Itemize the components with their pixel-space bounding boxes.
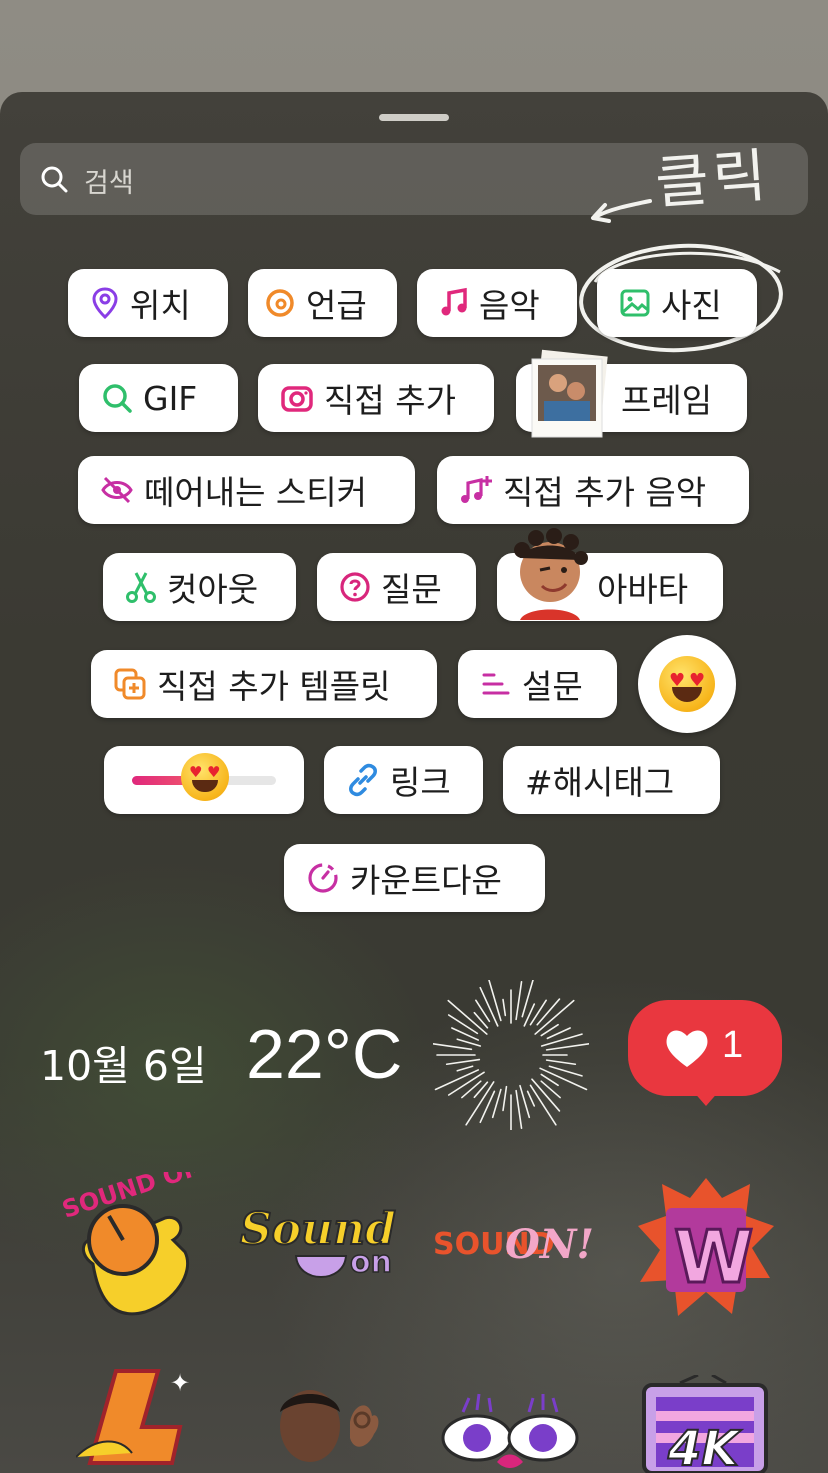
frame-polaroid-icon xyxy=(531,349,608,438)
sparkle-ray xyxy=(529,999,547,1026)
link-sticker[interactable]: 링크 xyxy=(324,746,483,814)
like-count: 1 xyxy=(722,1024,744,1066)
cutout-sticker-label: 떼어내는 스티커 xyxy=(144,473,368,512)
sparkle-ray xyxy=(515,1089,523,1130)
gif-search-icon xyxy=(103,384,132,413)
drag-handle[interactable] xyxy=(379,114,449,121)
gif-label: GIF xyxy=(143,378,198,418)
question-label: 질문 xyxy=(381,570,442,609)
sparkle-ray xyxy=(451,1027,480,1041)
question-bubble-icon xyxy=(340,572,370,602)
sparkle-ray xyxy=(545,1059,577,1066)
countdown-timer-icon xyxy=(308,863,338,893)
slider-emoji-icon[interactable]: ♥ ♥ xyxy=(181,753,229,801)
add-yours-music-sticker[interactable]: 직접 추가 음악 xyxy=(437,456,749,524)
sparkle-text: ✦ xyxy=(170,1369,190,1397)
link-chain-icon xyxy=(349,763,377,797)
threads-icon xyxy=(266,289,294,317)
gif-sticker[interactable]: GIF xyxy=(79,364,238,432)
mention-label: 언급 xyxy=(306,286,367,325)
countdown-sticker[interactable]: 카운트다운 xyxy=(284,844,545,912)
location-pin-icon xyxy=(92,287,118,320)
sparkle-ray xyxy=(521,980,534,1018)
camera-icon xyxy=(281,386,313,412)
sparkle-ray xyxy=(502,998,507,1017)
sparkle-ray xyxy=(456,1065,474,1072)
sparkle-ray xyxy=(515,980,523,1021)
heart-icon xyxy=(666,1030,708,1067)
temperature-sticker[interactable]: 22°C xyxy=(246,1014,402,1094)
music-sticker[interactable]: 음악 xyxy=(417,269,577,337)
avatar-label: 아바타 xyxy=(597,570,689,609)
emoji-slider-sticker[interactable]: ♥ ♥ xyxy=(104,746,304,814)
annotation-text: 클릭 xyxy=(653,141,773,217)
sparkle-ray xyxy=(536,998,561,1026)
add-yours-label: 직접 추가 xyxy=(324,381,456,420)
add-yours-template-sticker[interactable]: 직접 추가 템플릿 xyxy=(91,650,437,718)
sparkle-ray xyxy=(445,1058,481,1066)
date-sticker[interactable]: 10월 6일 xyxy=(40,1032,207,1092)
eye-slash-icon xyxy=(101,476,133,504)
scissors-icon xyxy=(126,572,156,603)
sparkle-ray xyxy=(540,1080,561,1099)
w-burst-gif[interactable]: W xyxy=(634,1174,778,1324)
sparkle-ray xyxy=(461,1080,482,1099)
photo-gallery-icon xyxy=(620,289,650,317)
photo-label: 사진 xyxy=(661,286,722,325)
hashtag-sticker[interactable]: #해시태그 xyxy=(503,746,720,814)
on-text: on xyxy=(350,1245,392,1280)
add-yours-sticker[interactable]: 직접 추가 xyxy=(258,364,494,432)
cutout-sticker-sticker[interactable]: 떼어내는 스티커 xyxy=(78,456,415,524)
4k-text: 4K xyxy=(667,1421,742,1473)
l-letter-gif[interactable]: ✦ xyxy=(76,1367,196,1473)
add-yours-template-label: 직접 추가 템플릿 xyxy=(157,667,391,706)
w-letter-text: W xyxy=(674,1215,753,1299)
ok-gesture-character-gif[interactable] xyxy=(264,1382,388,1473)
add-yours-music-label: 직접 추가 음악 xyxy=(503,473,707,512)
location-label: 위치 xyxy=(130,286,191,325)
template-plus-icon xyxy=(114,668,146,700)
photo-sticker[interactable]: 사진 xyxy=(597,269,757,337)
sparkle-ray xyxy=(502,1085,508,1112)
sparkle-ray xyxy=(433,1042,473,1051)
eyes-lips-gif[interactable] xyxy=(435,1392,585,1473)
search-icon xyxy=(41,166,68,193)
poll-sticker[interactable]: 설문 xyxy=(458,650,617,718)
poll-lines-icon xyxy=(482,673,510,695)
like-counter-sticker[interactable]: 1 xyxy=(628,1000,782,1106)
cutout-label: 컷아웃 xyxy=(167,570,259,609)
sparkle-ray xyxy=(540,1033,583,1047)
heart-eyes-emoji-icon: ♥ ♥ xyxy=(659,656,715,712)
music-plus-icon xyxy=(461,476,492,503)
sound-on-bowl-gif[interactable]: Sound on xyxy=(238,1192,398,1292)
on-banner-text: ON! xyxy=(505,1221,593,1268)
sparkle-ray xyxy=(447,1014,479,1035)
sparkle-burst-icon[interactable] xyxy=(433,980,589,1130)
search-placeholder: 검색 xyxy=(84,168,134,199)
cutout-sticker[interactable]: 컷아웃 xyxy=(103,553,296,621)
sparkle-ray xyxy=(519,1084,531,1119)
sound-on-banner-gif[interactable]: SOUND ON! xyxy=(433,1202,593,1282)
sparkle-ray xyxy=(488,980,502,1022)
mention-sticker[interactable]: 언급 xyxy=(248,269,397,337)
question-sticker[interactable]: 질문 xyxy=(317,553,476,621)
sparkle-ray xyxy=(545,1042,589,1051)
music-label: 음악 xyxy=(479,286,540,325)
poll-label: 설문 xyxy=(522,667,583,706)
link-label: 링크 xyxy=(390,763,451,802)
hashtag-label: #해시태그 xyxy=(525,763,675,802)
music-note-icon xyxy=(441,287,467,316)
location-sticker[interactable]: 위치 xyxy=(68,269,228,337)
sparkle-ray xyxy=(526,1090,536,1107)
countdown-label: 카운트다운 xyxy=(350,861,502,900)
sound-on-knob-gif[interactable]: SOUND ON xyxy=(55,1172,195,1322)
avatar-character-icon xyxy=(514,528,588,620)
4k-tv-gif[interactable]: 4K xyxy=(640,1375,770,1473)
frame-label: 프레임 xyxy=(621,381,713,420)
emoji-reaction-sticker[interactable]: ♥ ♥ xyxy=(638,635,736,733)
sticker-tray: 검색 클릭 위치 언급 음악 사진 GIF 직접 추가 프레임 떼어내는 스티커… xyxy=(0,92,828,1473)
